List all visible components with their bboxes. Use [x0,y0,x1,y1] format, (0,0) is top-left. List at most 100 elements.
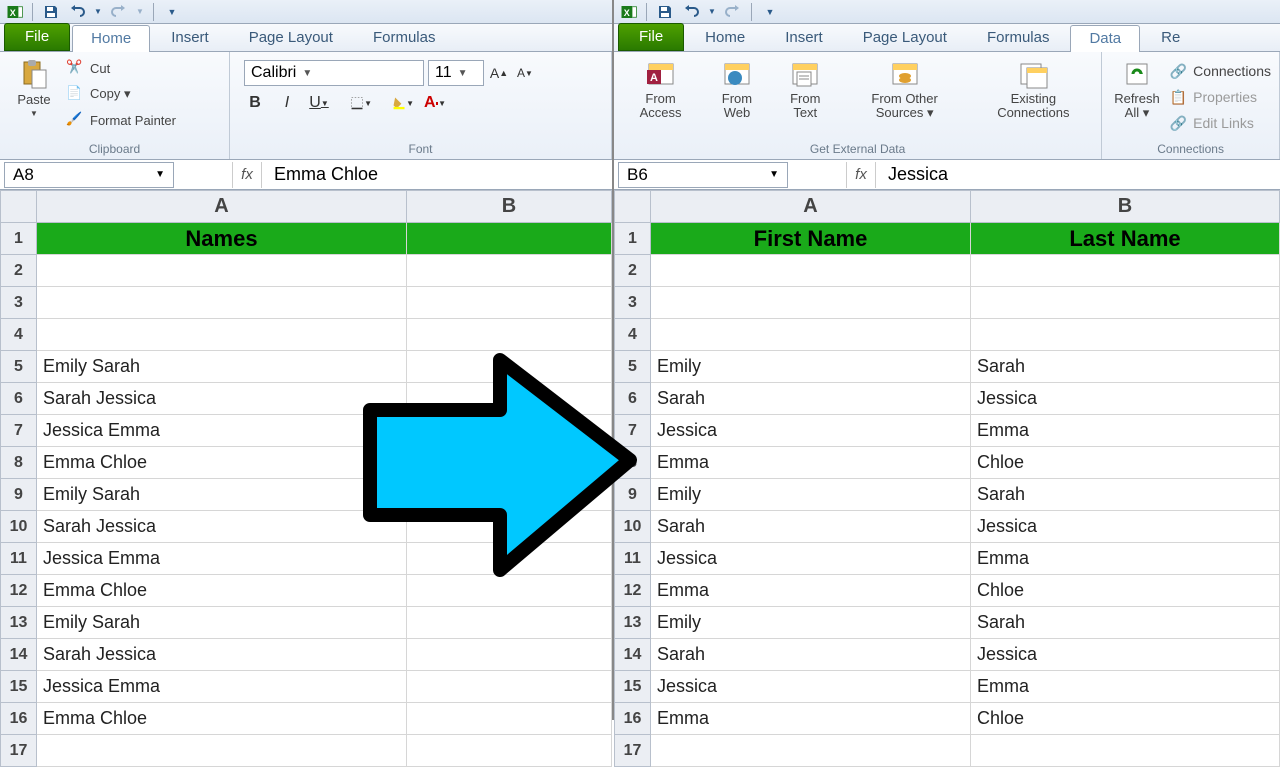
save-icon[interactable] [655,2,675,22]
row-header[interactable]: 2 [615,255,651,287]
cell[interactable] [407,543,612,575]
redo-dropdown-icon[interactable]: ▼ [135,2,145,22]
cell[interactable] [407,639,612,671]
cell[interactable]: Names [37,223,407,255]
cell[interactable]: Sarah [971,607,1280,639]
row-header[interactable]: 15 [615,671,651,703]
qat-customize-icon[interactable]: ▼ [760,2,780,22]
cell[interactable]: Sarah [651,383,971,415]
from-access-button[interactable]: AFrom Access [622,56,699,123]
cell[interactable]: Emily [651,479,971,511]
col-header-b[interactable]: B [971,191,1280,223]
cell[interactable]: Sarah [651,639,971,671]
cell[interactable] [651,255,971,287]
tab-page-layout[interactable]: Page Layout [844,24,966,51]
row-header[interactable]: 5 [615,351,651,383]
cell[interactable]: Jessica [651,415,971,447]
cell[interactable]: Emma [651,447,971,479]
spreadsheet-grid-right[interactable]: A B 1 First Name Last Name 2 3 4 5 Emily… [614,190,1280,767]
undo-icon[interactable] [681,2,701,22]
cell[interactable]: Emma [651,703,971,735]
cell[interactable] [971,255,1280,287]
row-header[interactable]: 17 [615,735,651,767]
cell[interactable]: Emma Chloe [37,447,407,479]
cell[interactable] [407,223,612,255]
cell[interactable]: Jessica [651,543,971,575]
row-header[interactable]: 1 [1,223,37,255]
row-header[interactable]: 9 [1,479,37,511]
formula-input[interactable] [880,162,1280,188]
row-header[interactable]: 1 [615,223,651,255]
name-box[interactable]: A8▼ [4,162,174,188]
cell[interactable] [971,287,1280,319]
cell[interactable] [651,735,971,767]
cell[interactable] [407,415,612,447]
cell[interactable]: Emily Sarah [37,479,407,511]
cell[interactable] [407,607,612,639]
from-web-button[interactable]: From Web [705,56,769,123]
tab-home[interactable]: Home [686,24,764,51]
spreadsheet-grid-left[interactable]: A B 1 Names 2 3 4 5 Emily Sarah 6 Sarah … [0,190,612,767]
row-header[interactable]: 7 [1,415,37,447]
tab-review[interactable]: Re [1142,24,1199,51]
cell[interactable]: Sarah [971,479,1280,511]
tab-file[interactable]: File [4,23,70,51]
cell[interactable] [407,703,612,735]
cell[interactable]: Chloe [971,575,1280,607]
cell[interactable]: Jessica [971,511,1280,543]
cell[interactable]: Chloe [971,703,1280,735]
row-header[interactable]: 13 [615,607,651,639]
cell[interactable]: Jessica [971,639,1280,671]
cell[interactable] [407,287,612,319]
redo-icon[interactable] [109,2,129,22]
row-header[interactable]: 6 [1,383,37,415]
cell[interactable] [407,447,612,479]
row-header[interactable]: 2 [1,255,37,287]
fill-color-button[interactable]: ▼ [392,92,414,114]
cell[interactable] [407,319,612,351]
cell[interactable] [37,287,407,319]
tab-insert[interactable]: Insert [766,24,842,51]
cell[interactable]: Emily Sarah [37,607,407,639]
font-size-selector[interactable]: 11▼ [428,60,484,86]
cell[interactable]: Sarah Jessica [37,383,407,415]
cell[interactable] [407,351,612,383]
cut-button[interactable]: ✂️Cut [66,56,176,80]
row-header[interactable]: 3 [1,287,37,319]
row-header[interactable]: 8 [615,447,651,479]
tab-home[interactable]: Home [72,25,150,52]
cell[interactable]: Emma [971,415,1280,447]
row-header[interactable]: 14 [1,639,37,671]
undo-dropdown-icon[interactable]: ▼ [93,2,103,22]
cell[interactable]: Chloe [971,447,1280,479]
tab-data[interactable]: Data [1070,25,1140,52]
formula-input[interactable] [266,162,612,188]
row-header[interactable]: 4 [1,319,37,351]
italic-button[interactable]: I [276,92,298,114]
cell[interactable] [971,735,1280,767]
row-header[interactable]: 11 [615,543,651,575]
cell[interactable]: Jessica Emma [37,415,407,447]
cell[interactable]: Emily Sarah [37,351,407,383]
cell[interactable] [651,319,971,351]
redo-icon[interactable] [723,2,743,22]
font-name-selector[interactable]: Calibri▼ [244,60,424,86]
bold-button[interactable]: B [244,92,266,114]
cell[interactable] [37,319,407,351]
cell[interactable]: Emma [651,575,971,607]
name-box[interactable]: B6▼ [618,162,788,188]
cell[interactable]: Sarah [651,511,971,543]
row-header[interactable]: 7 [615,415,651,447]
col-header-a[interactable]: A [651,191,971,223]
col-header-b[interactable]: B [407,191,612,223]
row-header[interactable]: 5 [1,351,37,383]
select-all-corner[interactable] [1,191,37,223]
cell[interactable]: Sarah Jessica [37,511,407,543]
cell[interactable]: Jessica [651,671,971,703]
cell[interactable]: Emma [971,671,1280,703]
connections-button[interactable]: 🔗Connections [1170,60,1271,82]
tab-file[interactable]: File [618,23,684,51]
cell[interactable]: Last Name [971,223,1280,255]
tab-page-layout[interactable]: Page Layout [230,24,352,51]
row-header[interactable]: 17 [1,735,37,767]
